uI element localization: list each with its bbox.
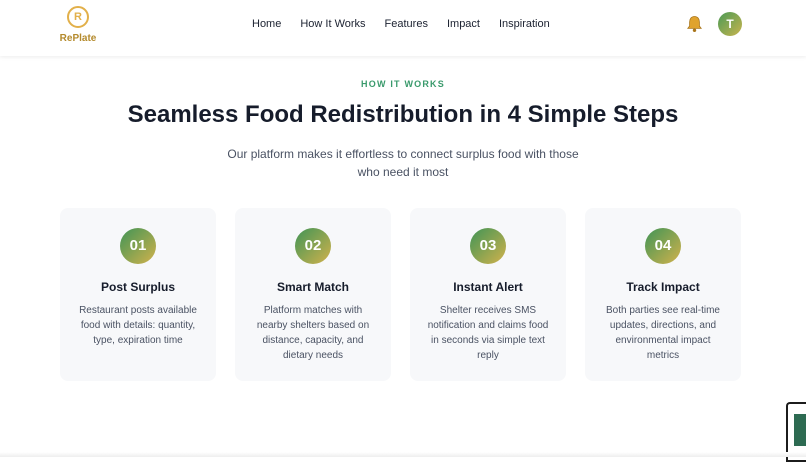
nav-link-inspiration[interactable]: Inspiration [499,17,550,31]
step-card-track-impact: 04 Track Impact Both parties see real-ti… [585,208,741,381]
step-card-smart-match: 02 Smart Match Platform matches with nea… [235,208,391,381]
step-title: Track Impact [626,280,700,294]
step-title: Instant Alert [453,280,523,294]
bell-icon[interactable] [686,15,703,33]
replate-logo-icon: R [67,6,89,28]
step-number-badge: 03 [470,228,506,264]
step-number-badge: 04 [645,228,681,264]
nav-link-home[interactable]: Home [252,17,281,31]
step-card-instant-alert: 03 Instant Alert Shelter receives SMS no… [410,208,566,381]
nav-link-how-it-works[interactable]: How It Works [300,17,365,31]
step-number-badge: 02 [295,228,331,264]
brand-name: RePlate [59,33,97,44]
section-subtitle: Our platform makes it effortless to conn… [227,147,579,179]
section-eyebrow: HOW IT WORKS [361,79,445,89]
step-description: Shelter receives SMS notification and cl… [427,305,549,361]
user-avatar[interactable]: T [718,12,742,36]
nav-link-impact[interactable]: Impact [447,17,480,31]
step-title: Smart Match [276,280,350,294]
step-card-post-surplus: 01 Post Surplus Restaurant posts availab… [60,208,216,381]
section-title: Seamless Food Redistribution in 4 Simple… [127,101,679,128]
nav-link-features[interactable]: Features [385,17,428,31]
step-description: Both parties see real-time updates, dire… [606,305,720,361]
section-divider [0,452,806,457]
top-navbar: R RePlate Home How It Works Features Imp… [0,0,806,56]
main-nav: Home How It Works Features Impact Inspir… [252,17,569,31]
step-number-badge: 01 [120,228,156,264]
step-title: Post Surplus [100,280,175,294]
step-description: Restaurant posts available food with det… [79,305,197,346]
widget-preview [794,414,806,446]
brand-logo[interactable]: R RePlate [58,6,98,44]
step-description: Platform matches with nearby shelters ba… [256,305,370,361]
